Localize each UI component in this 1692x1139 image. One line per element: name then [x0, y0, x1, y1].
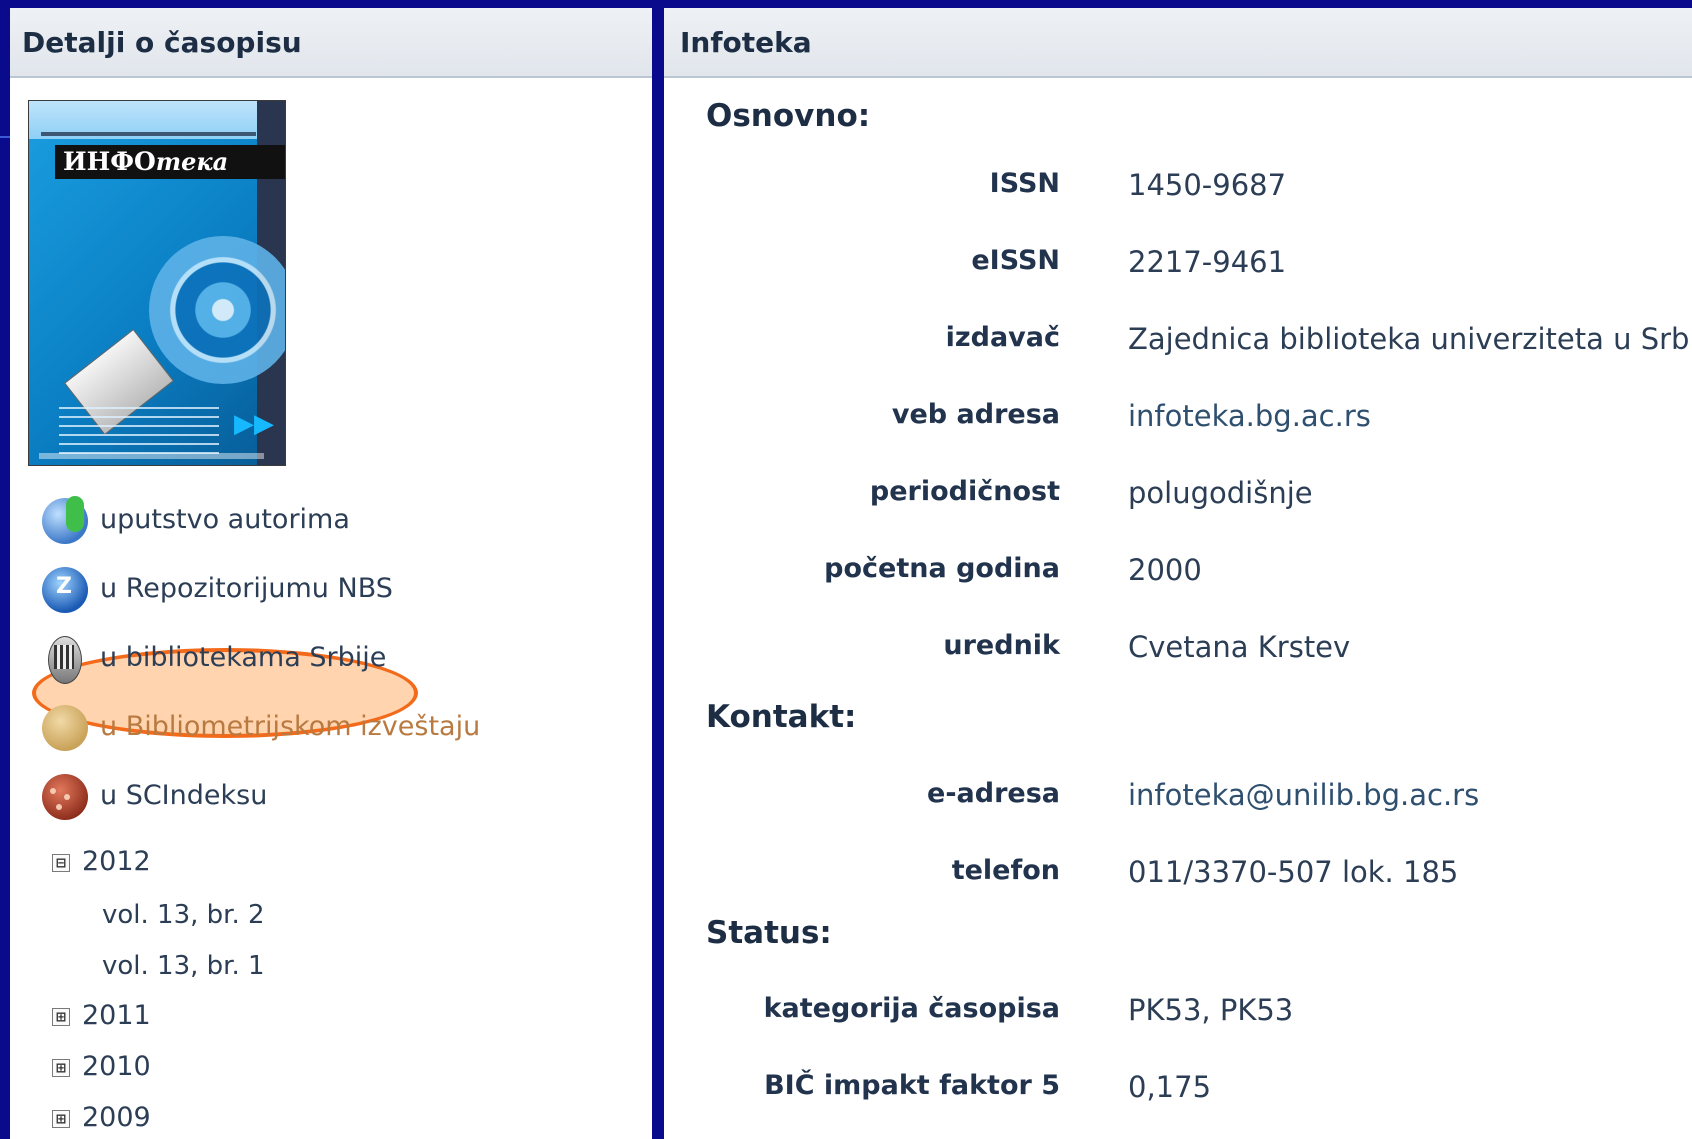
repository-icon — [42, 567, 88, 613]
info-row-editor: urednik Cvetana Krstev — [664, 630, 1692, 674]
row-value: 011/3370-507 lok. 185 — [1128, 855, 1459, 889]
decorative-line — [0, 136, 10, 138]
info-row-issn: ISSN 1450-9687 — [664, 168, 1692, 212]
website-link[interactable]: infoteka.bg.ac.rs — [1128, 399, 1371, 433]
issue-link[interactable]: vol. 13, br. 2 — [102, 900, 265, 930]
link-label: u bibliotekama Srbije — [100, 642, 387, 673]
cover-title: ИНФОтека — [55, 145, 285, 179]
row-key: urednik — [943, 630, 1060, 661]
info-row-impact-factor: BIČ impakt faktor 5 0,175 — [664, 1070, 1692, 1114]
section-title-basic: Osnovno: — [706, 98, 871, 134]
row-key: kategorija časopisa — [763, 993, 1060, 1024]
info-row-frequency: periodičnost polugodišnje — [664, 476, 1692, 520]
row-value: 2000 — [1128, 553, 1202, 587]
year-label: 2010 — [82, 1051, 151, 1082]
row-key: periodičnost — [869, 476, 1060, 507]
row-key: e-adresa — [927, 778, 1060, 809]
link-scindeks[interactable]: u SCIndeksu — [30, 772, 430, 828]
cd-disc-graphic — [149, 236, 285, 384]
link-repository-nbs[interactable]: u Repozitorijumu NBS — [30, 565, 430, 621]
link-serbian-libraries[interactable]: u bibliotekama Srbije — [30, 634, 430, 690]
info-row-category: kategorija časopisa PK53, PK53 — [664, 993, 1692, 1037]
info-row-eissn: eISSN 2217-9461 — [664, 245, 1692, 289]
fast-forward-icon: ▶▶ — [234, 409, 274, 439]
row-key: BIČ impakt faktor 5 — [764, 1070, 1060, 1101]
section-title-contact: Kontakt: — [706, 699, 857, 735]
circuit-lines-graphic — [59, 401, 219, 461]
year-label: 2011 — [82, 1000, 151, 1031]
issue-link[interactable]: vol. 13, br. 1 — [102, 951, 265, 981]
row-value: 2217-9461 — [1128, 245, 1287, 279]
link-author-instructions[interactable]: uputstvo autorima — [30, 496, 430, 552]
row-key: ISSN — [989, 168, 1060, 199]
users-icon — [42, 496, 88, 544]
cover-top-strip — [29, 101, 285, 139]
row-value: 0,175 — [1128, 1070, 1212, 1104]
journal-cover-image[interactable]: ИНФОтека ▶▶ — [28, 100, 286, 466]
email-link[interactable]: infoteka@unilib.bg.ac.rs — [1128, 778, 1479, 812]
cover-bottom-strip — [39, 453, 264, 459]
link-label: u SCIndeksu — [100, 780, 268, 811]
info-row-publisher: izdavač Zajednica biblioteka univerzitet… — [664, 322, 1692, 366]
library-icon — [48, 636, 82, 684]
expand-icon[interactable]: ⊞ — [52, 1110, 70, 1128]
year-label: 2009 — [82, 1102, 151, 1133]
row-value: Cvetana Krstev — [1128, 630, 1351, 664]
panel-title: Detalji o časopisu — [10, 8, 652, 78]
bibliometric-icon — [42, 705, 88, 751]
section-title-status: Status: — [706, 915, 832, 951]
row-value: Zajednica biblioteka univerziteta u Srbi… — [1128, 322, 1692, 356]
info-row-email: e-adresa infoteka@unilib.bg.ac.rs — [664, 778, 1692, 822]
row-key: izdavač — [945, 322, 1060, 353]
expand-icon[interactable]: ⊞ — [52, 1008, 70, 1026]
row-key: telefon — [951, 855, 1060, 886]
link-label: u Bibliometrijskom izveštaju — [100, 711, 481, 742]
expand-icon[interactable]: ⊞ — [52, 1059, 70, 1077]
link-label: uputstvo autorima — [100, 504, 350, 535]
info-row-phone: telefon 011/3370-507 lok. 185 — [664, 855, 1692, 899]
year-label: 2012 — [82, 846, 151, 877]
link-label: u Repozitorijumu NBS — [100, 573, 393, 604]
journal-details-panel: Detalji o časopisu ИНФОтека ▶▶ uputstvo … — [10, 8, 652, 1139]
info-row-start-year: početna godina 2000 — [664, 553, 1692, 597]
row-value: polugodišnje — [1128, 476, 1313, 510]
panel-title: Infoteka — [664, 8, 1692, 78]
journal-info-panel: Infoteka Osnovno: ISSN 1450-9687 eISSN 2… — [664, 8, 1692, 1139]
row-value: PK53, PK53 — [1128, 993, 1294, 1027]
row-key: početna godina — [824, 553, 1060, 584]
row-key: eISSN — [971, 245, 1060, 276]
row-key: veb adresa — [891, 399, 1060, 430]
collapse-icon[interactable]: ⊟ — [52, 854, 70, 872]
info-row-web: veb adresa infoteka.bg.ac.rs — [664, 399, 1692, 443]
row-value: 1450-9687 — [1128, 168, 1287, 202]
scindeks-icon — [42, 774, 88, 820]
link-bibliometric-report[interactable]: u Bibliometrijskom izveštaju — [30, 703, 480, 759]
